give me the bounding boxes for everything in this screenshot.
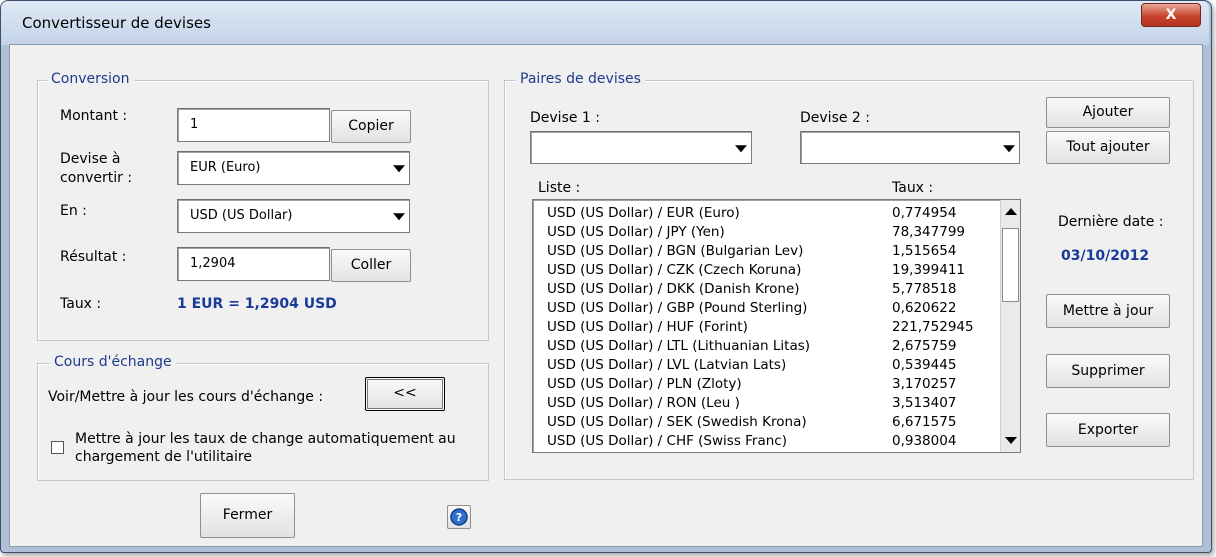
currency1-select[interactable] bbox=[530, 131, 752, 164]
pairs-list-scrollbar[interactable] bbox=[1000, 200, 1020, 452]
amount-label: Montant : bbox=[60, 108, 128, 124]
to-currency-label: En : bbox=[60, 203, 87, 219]
result-label: Résultat : bbox=[60, 249, 127, 265]
pair-row-rate[interactable]: 3,170257 bbox=[892, 375, 956, 394]
currency1-label: Devise 1 : bbox=[530, 110, 600, 126]
auto-update-label-line1: Mettre à jour les taux de change automat… bbox=[75, 431, 456, 447]
svg-text:?: ? bbox=[456, 511, 462, 524]
pair-row-label[interactable]: USD (US Dollar) / PLN (Zloty) bbox=[547, 375, 742, 394]
rate-label: Taux : bbox=[60, 296, 102, 312]
last-date-value: 03/10/2012 bbox=[1061, 248, 1150, 264]
conversion-legend: Conversion bbox=[47, 71, 134, 87]
from-currency-label-line1: Devise à bbox=[60, 151, 121, 167]
close-button[interactable]: Fermer bbox=[200, 493, 295, 538]
pair-row-rate[interactable]: 19,399411 bbox=[892, 261, 965, 280]
list-header: Liste : bbox=[538, 180, 581, 196]
pair-row-label[interactable]: USD (US Dollar) / JPY (Yen) bbox=[547, 223, 725, 242]
pair-row-label[interactable]: USD (US Dollar) / HUF (Forint) bbox=[547, 318, 748, 337]
pair-row-rate[interactable]: 6,671575 bbox=[892, 413, 956, 432]
to-currency-select[interactable]: USD (US Dollar) bbox=[177, 199, 410, 233]
help-icon: ? bbox=[450, 508, 468, 526]
paste-button[interactable]: Coller bbox=[331, 249, 411, 282]
pair-row-rate[interactable]: 0,938004 bbox=[892, 432, 956, 451]
chevron-down-icon[interactable] bbox=[735, 144, 747, 152]
pair-row-label[interactable]: USD (US Dollar) / GBP (Pound Sterling) bbox=[547, 299, 807, 318]
from-currency-value: EUR (Euro) bbox=[190, 160, 261, 175]
from-currency-select[interactable]: EUR (Euro) bbox=[177, 151, 410, 185]
pair-row-rate[interactable]: 3,513407 bbox=[892, 394, 956, 413]
pair-row-label[interactable]: USD (US Dollar) / LTL (Lithuanian Litas) bbox=[547, 337, 810, 356]
pair-row-label[interactable]: USD (US Dollar) / RON (Leu ) bbox=[547, 394, 740, 413]
pair-row-rate[interactable]: 5,778518 bbox=[892, 280, 956, 299]
from-currency-label-line2: convertir : bbox=[60, 170, 133, 186]
amount-input[interactable]: 1 bbox=[177, 108, 330, 142]
pairs-list[interactable]: USD (US Dollar) / EUR (Euro) 0,774954 USD … bbox=[532, 199, 1021, 453]
pair-row-label[interactable]: USD (US Dollar) / CHF (Swiss Franc) bbox=[547, 432, 787, 451]
toggle-rates-button[interactable]: << bbox=[365, 377, 445, 411]
rate-header: Taux : bbox=[892, 180, 934, 196]
to-currency-value: USD (US Dollar) bbox=[190, 208, 293, 223]
auto-update-checkbox[interactable] bbox=[51, 441, 64, 454]
pair-row-rate[interactable]: 2,675759 bbox=[892, 337, 956, 356]
scrollbar-thumb[interactable] bbox=[1002, 228, 1019, 302]
exchange-rates-legend: Cours d'échange bbox=[50, 354, 176, 370]
delete-button[interactable]: Supprimer bbox=[1046, 354, 1170, 388]
pair-row-rate[interactable]: 78,347799 bbox=[892, 223, 965, 242]
scroll-down-arrow-icon[interactable] bbox=[1004, 437, 1017, 444]
last-date-label: Dernière date : bbox=[1058, 214, 1164, 230]
copy-button[interactable]: Copier bbox=[331, 110, 411, 143]
view-rates-label: Voir/Mettre à jour les cours d'échange : bbox=[48, 389, 324, 405]
update-button[interactable]: Mettre à jour bbox=[1046, 294, 1170, 328]
add-all-button[interactable]: Tout ajouter bbox=[1046, 131, 1170, 164]
currency2-label: Devise 2 : bbox=[800, 110, 870, 126]
scroll-up-arrow-icon[interactable] bbox=[1004, 208, 1017, 215]
pair-row-rate[interactable]: 221,752945 bbox=[892, 318, 974, 337]
pair-row-label[interactable]: USD (US Dollar) / CZK (Czech Koruna) bbox=[547, 261, 801, 280]
pair-row-label[interactable]: USD (US Dollar) / LVL (Latvian Lats) bbox=[547, 356, 786, 375]
export-button[interactable]: Exporter bbox=[1046, 413, 1170, 447]
help-button[interactable]: ? bbox=[447, 505, 471, 529]
pair-row-rate[interactable]: 1,515654 bbox=[892, 242, 956, 261]
currency-pairs-legend: Paires de devises bbox=[516, 71, 645, 87]
result-field[interactable]: 1,2904 bbox=[177, 247, 330, 281]
pair-row-rate[interactable]: 0,620622 bbox=[892, 299, 956, 318]
pair-row-label[interactable]: USD (US Dollar) / EUR (Euro) bbox=[547, 204, 740, 223]
auto-update-label-line2: chargement de l'utilitaire bbox=[75, 449, 252, 465]
rate-value: 1 EUR = 1,2904 USD bbox=[177, 296, 337, 312]
pair-row-label[interactable]: USD (US Dollar) / DKK (Danish Krone) bbox=[547, 280, 800, 299]
window-title: Convertisseur de devises bbox=[22, 14, 211, 32]
chevron-down-icon[interactable] bbox=[393, 165, 405, 173]
pair-row-label[interactable]: USD (US Dollar) / SEK (Swedish Krona) bbox=[547, 413, 807, 432]
chevron-down-icon[interactable] bbox=[1003, 144, 1015, 152]
pair-row-rate[interactable]: 0,774954 bbox=[892, 204, 956, 223]
add-button[interactable]: Ajouter bbox=[1046, 97, 1170, 128]
pair-row-rate[interactable]: 0,539445 bbox=[892, 356, 956, 375]
chevron-down-icon[interactable] bbox=[393, 213, 405, 221]
currency2-select[interactable] bbox=[800, 131, 1020, 164]
pair-row-label[interactable]: USD (US Dollar) / BGN (Bulgarian Lev) bbox=[547, 242, 803, 261]
close-window-button[interactable]: X bbox=[1141, 3, 1201, 27]
